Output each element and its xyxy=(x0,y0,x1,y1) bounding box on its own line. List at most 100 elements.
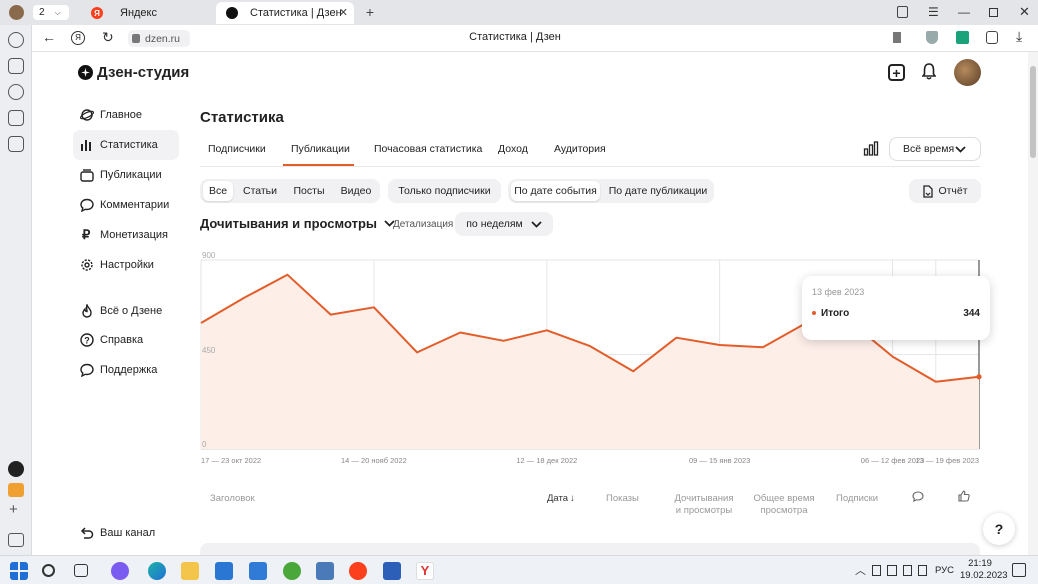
user-avatar[interactable] xyxy=(954,59,981,86)
new-tab-button[interactable]: + xyxy=(362,4,378,20)
yandex-app-icon[interactable]: Y xyxy=(416,562,434,580)
restore-icon[interactable] xyxy=(989,8,998,17)
col-shows[interactable]: Показы xyxy=(606,493,639,505)
reload-icon[interactable]: ↻ xyxy=(102,29,114,46)
bell-icon[interactable] xyxy=(921,63,937,80)
sidebar-your-channel[interactable]: Ваш канал xyxy=(73,518,179,548)
filter-by-publish-date[interactable]: По дате публикации xyxy=(604,181,712,201)
sidebar-item-monetization[interactable]: ₽ Монетизация xyxy=(73,220,179,250)
tab-counter[interactable]: 2 ⌵ xyxy=(33,5,69,20)
filter-by-event-date[interactable]: По дате события xyxy=(511,181,600,201)
col-date-label: Дата xyxy=(547,493,569,504)
close-window-icon[interactable]: ✕ xyxy=(1019,4,1030,20)
tray-expand-icon[interactable]: ︿ xyxy=(855,562,866,578)
tab-income[interactable]: Доход xyxy=(498,143,528,155)
protect-shield-icon[interactable] xyxy=(926,31,938,44)
dzen-studio-logo[interactable]: Дзен-студия xyxy=(78,64,189,81)
video-icon[interactable] xyxy=(8,84,24,100)
explorer-icon[interactable] xyxy=(181,562,199,580)
data-point[interactable] xyxy=(976,374,982,380)
sidebar-item-publications[interactable]: Публикации xyxy=(73,160,179,190)
tray-icons[interactable] xyxy=(872,565,927,576)
tab-publications[interactable]: Публикации xyxy=(291,143,350,155)
col-date[interactable]: Дата ↓ xyxy=(547,493,575,505)
network-app-icon[interactable] xyxy=(316,562,334,580)
bookmark-icon[interactable] xyxy=(893,32,901,43)
store-icon[interactable] xyxy=(215,562,233,580)
comment-icon[interactable] xyxy=(912,491,924,502)
scrollbar-thumb[interactable] xyxy=(1030,66,1036,158)
sidebar-item-support[interactable]: Поддержка xyxy=(73,355,179,385)
sidebar-item-label: Публикации xyxy=(100,169,162,181)
col-watch-time[interactable]: Общее время просмотра xyxy=(752,493,816,517)
search-icon[interactable] xyxy=(42,564,55,577)
word-icon[interactable] xyxy=(383,562,401,580)
col-reads[interactable]: Дочитывания и просмотры xyxy=(672,493,736,517)
tab-hourly[interactable]: Почасовая статистика xyxy=(374,143,482,155)
extension-icon[interactable] xyxy=(956,31,969,44)
filter-all[interactable]: Все xyxy=(203,181,233,201)
comment-icon xyxy=(80,198,94,212)
back-icon[interactable]: ← xyxy=(42,29,56,45)
sidebar-item-about-dzen[interactable]: Всё о Дзене xyxy=(73,296,179,326)
sidebar-item-home[interactable]: Главное xyxy=(73,100,179,130)
torrent-icon[interactable] xyxy=(283,562,301,580)
sidebar-item-help[interactable]: ? Справка xyxy=(73,325,179,355)
sidebar-item-comments[interactable]: Комментарии xyxy=(73,190,179,220)
sidebar-item-statistics[interactable]: Статистика xyxy=(73,130,179,160)
mail-app-icon[interactable] xyxy=(249,562,267,580)
sidebar-item-label: Настройки xyxy=(100,259,154,271)
tab-yandex[interactable]: Я Яндекс xyxy=(86,2,214,24)
report-icon xyxy=(923,184,934,198)
add-panel-icon[interactable]: + xyxy=(9,501,18,518)
bookmarks-icon[interactable] xyxy=(897,6,908,18)
col-subscriptions[interactable]: Подписки xyxy=(836,493,878,505)
tab-audience[interactable]: Аудитория xyxy=(554,143,606,155)
help-button[interactable]: ? xyxy=(983,513,1015,545)
mail-icon[interactable] xyxy=(8,483,24,497)
page-title: Статистика | Дзен xyxy=(469,31,561,43)
extensions-icon[interactable] xyxy=(986,31,998,44)
tab-subscribers[interactable]: Подписчики xyxy=(208,143,266,155)
clock[interactable]: 21:19 19.02.2023 xyxy=(960,558,1008,582)
url-pill[interactable]: dzen.ru xyxy=(128,30,190,47)
edge-icon[interactable] xyxy=(148,562,166,580)
close-icon[interactable]: ✕ xyxy=(339,6,348,19)
app-icon-purple[interactable] xyxy=(111,562,129,580)
menu-icon[interactable]: ☰ xyxy=(928,5,939,19)
sidebar-item-label: Статистика xyxy=(100,139,158,151)
notifications-icon[interactable] xyxy=(1012,563,1026,577)
col-title[interactable]: Заголовок xyxy=(210,493,255,505)
subscribers-only-toggle[interactable]: Только подписчики xyxy=(388,179,501,203)
collections-icon[interactable] xyxy=(8,58,24,74)
filter-articles[interactable]: Статьи xyxy=(237,181,283,201)
filter-videos[interactable]: Видео xyxy=(335,181,377,201)
chart-type-icon[interactable] xyxy=(863,141,879,156)
download-icon[interactable]: ⤓ xyxy=(1016,28,1022,45)
sidebar-item-settings[interactable]: Настройки xyxy=(73,250,179,280)
language-indicator[interactable]: РУС xyxy=(935,565,954,576)
tabs-counter-icon[interactable] xyxy=(8,110,24,126)
like-icon[interactable] xyxy=(958,490,970,502)
history-icon[interactable] xyxy=(8,32,24,48)
windows-start-icon[interactable] xyxy=(10,562,28,580)
tooltip-value: 344 xyxy=(963,308,980,319)
tab-dzen-stats[interactable]: Статистика | Дзен ✕ xyxy=(216,2,354,24)
sidebar-toggle-icon[interactable] xyxy=(8,533,24,547)
metric-select[interactable]: Дочитывания и просмотры xyxy=(200,216,395,231)
alice-icon[interactable] xyxy=(8,461,24,477)
filter-posts[interactable]: Посты xyxy=(287,181,331,201)
period-select[interactable]: Всё время xyxy=(889,137,981,161)
task-view-icon[interactable] xyxy=(74,564,88,577)
tab-label: Яндекс xyxy=(120,7,157,19)
profile-avatar[interactable] xyxy=(9,5,24,20)
screenshot-icon[interactable] xyxy=(8,136,24,152)
yandex-search-icon[interactable]: Я xyxy=(71,31,85,45)
yandex-browser-icon[interactable] xyxy=(349,562,367,580)
report-button[interactable]: Отчёт xyxy=(909,179,981,203)
detail-select[interactable]: по неделям xyxy=(455,212,553,236)
minimize-icon[interactable]: — xyxy=(958,5,970,19)
svg-text:?: ? xyxy=(84,336,90,346)
ruble-icon: ₽ xyxy=(82,227,91,242)
create-button[interactable]: + xyxy=(888,64,905,81)
